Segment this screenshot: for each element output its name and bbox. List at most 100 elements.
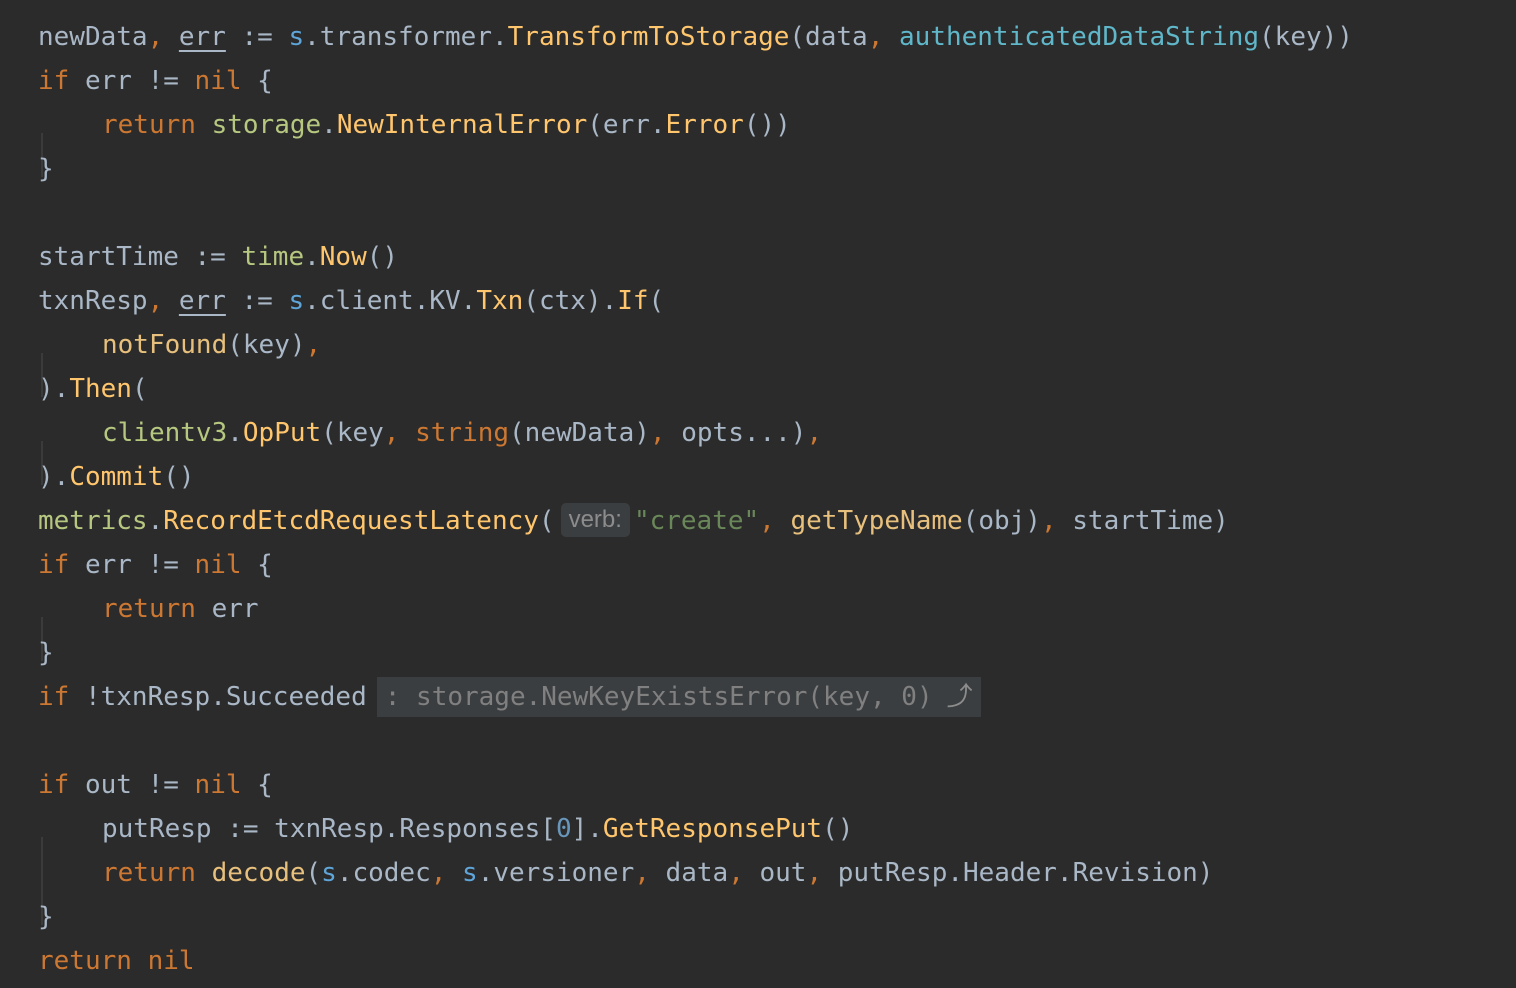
field-versioner: .versioner bbox=[477, 858, 635, 888]
condition: err != bbox=[69, 66, 195, 96]
method-error: Error bbox=[665, 110, 744, 140]
receiver-s: s bbox=[288, 286, 305, 316]
code-line-3[interactable]: return storage.NewInternalError(err.Erro… bbox=[38, 103, 1516, 177]
folded-code-region[interactable]: : storage.NewKeyExistsError(key, 0) ⤴ bbox=[376, 677, 981, 717]
method-get-response-put: GetResponsePut bbox=[602, 814, 823, 844]
open-brace: { bbox=[241, 770, 273, 800]
code-line-10[interactable]: clientv3.OpPut(key, string(newData), opt… bbox=[38, 411, 1516, 485]
comma: , bbox=[867, 22, 884, 52]
identifier-txnResp: txnResp bbox=[38, 286, 148, 316]
comma: , bbox=[147, 22, 164, 52]
keyword-nil: nil bbox=[147, 946, 195, 976]
code-line-11[interactable]: ).Commit() bbox=[38, 455, 1516, 499]
method-commit: Commit bbox=[69, 462, 164, 492]
keyword-if: if bbox=[38, 550, 70, 580]
keyword-return: return bbox=[102, 594, 196, 624]
code-line-4[interactable]: } bbox=[38, 147, 1516, 191]
method-then: Then bbox=[69, 374, 132, 404]
args-ctx: (ctx). bbox=[523, 286, 618, 316]
comma: , bbox=[383, 418, 400, 448]
package-metrics: metrics bbox=[38, 506, 148, 536]
args-newData: (newData) bbox=[509, 418, 650, 448]
method-if: If bbox=[617, 286, 649, 316]
builtin-string: string bbox=[415, 418, 510, 448]
function-op-put: OpPut bbox=[242, 418, 322, 448]
code-line-20[interactable]: return decode(s.codec, s.versioner, data… bbox=[38, 851, 1516, 925]
identifier-startTime: startTime := bbox=[38, 242, 242, 272]
dot: . bbox=[321, 110, 337, 140]
open-brace: { bbox=[241, 550, 273, 580]
package-time: time bbox=[241, 242, 305, 272]
keyword-return: return bbox=[102, 110, 196, 140]
package-storage: storage bbox=[211, 110, 322, 140]
keyword-nil: nil bbox=[194, 66, 242, 96]
function-not-found: notFound bbox=[102, 330, 228, 360]
args-data: data bbox=[649, 858, 729, 888]
keyword-return: return bbox=[38, 946, 132, 976]
args-key: (key bbox=[321, 418, 384, 448]
close-brace: } bbox=[38, 154, 54, 184]
code-line-21[interactable]: } bbox=[38, 895, 1516, 939]
args-open: ( bbox=[131, 374, 148, 404]
comma: , bbox=[806, 858, 823, 888]
dot: . bbox=[304, 242, 320, 272]
code-line-17[interactable] bbox=[38, 719, 1516, 763]
code-line-5[interactable] bbox=[38, 191, 1516, 235]
code-line-1[interactable]: newData, err := s.transformer.TransformT… bbox=[38, 15, 1516, 59]
args-open: ( bbox=[305, 858, 322, 888]
identifier-newData: newData bbox=[38, 22, 148, 52]
comma: , bbox=[430, 858, 447, 888]
package-clientv3: clientv3 bbox=[102, 418, 228, 448]
code-line-22[interactable]: return nil bbox=[38, 939, 1516, 983]
method-transform-to-storage: TransformToStorage bbox=[507, 22, 790, 52]
identifier-putResp: putResp := txnResp.Responses[ bbox=[102, 814, 556, 844]
field-client-kv: .client.KV. bbox=[304, 286, 477, 316]
close-brace: } bbox=[38, 638, 54, 668]
string-create: "create" bbox=[633, 506, 760, 536]
parens: () bbox=[822, 814, 854, 844]
close-brace: } bbox=[38, 902, 54, 932]
code-line-9[interactable]: ).Then( bbox=[38, 367, 1516, 411]
open-brace: { bbox=[241, 66, 273, 96]
keyword-if: if bbox=[38, 682, 70, 712]
parens: () bbox=[366, 242, 399, 272]
field-codec: .codec bbox=[336, 858, 431, 888]
identifier-err: err bbox=[195, 594, 259, 624]
code-line-15[interactable]: } bbox=[38, 631, 1516, 675]
number-zero: 0 bbox=[555, 814, 572, 844]
args-data: (data bbox=[789, 22, 868, 52]
code-line-13[interactable]: if err != nil { bbox=[38, 543, 1516, 587]
function-authenticated-data-string: authenticatedDataString bbox=[899, 22, 1260, 52]
code-line-6[interactable]: startTime := time.Now() bbox=[38, 235, 1516, 279]
args-revision: putResp.Header.Revision) bbox=[822, 858, 1214, 888]
comma: , bbox=[147, 286, 164, 316]
args-obj: (obj) bbox=[962, 506, 1041, 536]
code-line-19[interactable]: putResp := txnResp.Responses[0].GetRespo… bbox=[38, 807, 1516, 881]
dot: . bbox=[147, 506, 164, 536]
code-line-14[interactable]: return err bbox=[38, 587, 1516, 661]
method-txn: Txn bbox=[476, 286, 524, 316]
code-line-2[interactable]: if err != nil { bbox=[38, 59, 1516, 103]
args-out: out bbox=[743, 858, 807, 888]
receiver-s: s bbox=[462, 858, 478, 888]
assign-operator: := bbox=[225, 22, 289, 52]
function-record-etcd-request-latency: RecordEtcdRequestLatency bbox=[163, 506, 539, 536]
keyword-nil: nil bbox=[194, 770, 242, 800]
close-paren-dot: ). bbox=[38, 462, 70, 492]
comma: , bbox=[305, 330, 322, 360]
code-editor[interactable]: newData, err := s .transformer.TransformT… bbox=[0, 0, 1516, 988]
field-transformer: .transformer. bbox=[304, 22, 508, 52]
code-line-7[interactable]: txnResp, err := s.client.KV.Txn(ctx).If( bbox=[38, 279, 1516, 323]
code-line-18[interactable]: if out != nil { bbox=[38, 763, 1516, 807]
keyword-if: if bbox=[38, 66, 70, 96]
code-line-8[interactable]: notFound(key), bbox=[38, 323, 1516, 397]
args-startTime: startTime) bbox=[1056, 506, 1229, 536]
identifier-err: err bbox=[178, 22, 226, 52]
code-line-16[interactable]: if !txnResp.Succeeded: storage.NewKeyExi… bbox=[38, 675, 1516, 719]
args-opts: opts...) bbox=[665, 418, 807, 448]
fold-arrow-icon: ⤴ bbox=[946, 682, 973, 712]
close-paren-dot: ). bbox=[38, 374, 70, 404]
code-line-12[interactable]: metrics.RecordEtcdRequestLatency(verb: "c… bbox=[38, 499, 1516, 543]
function-decode: decode bbox=[211, 858, 306, 888]
receiver-s: s bbox=[321, 858, 337, 888]
